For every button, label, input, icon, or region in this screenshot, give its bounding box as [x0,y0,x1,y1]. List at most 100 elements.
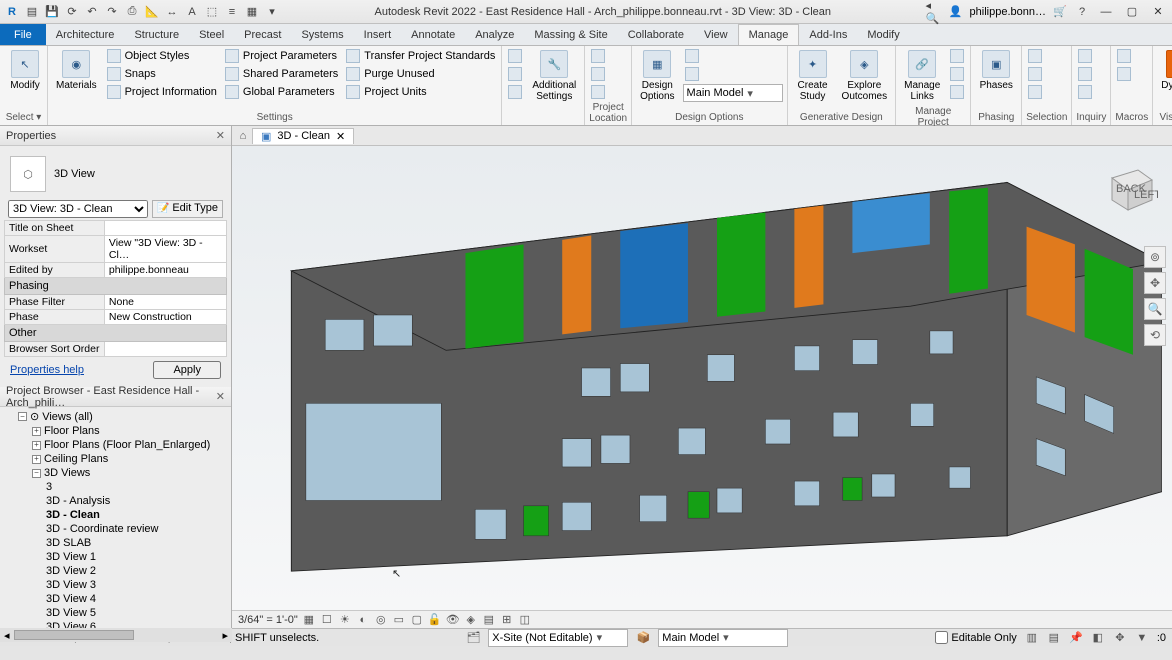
unlock-icon[interactable]: 🔓 [428,613,442,627]
cart-icon[interactable]: 🛒 [1052,4,1068,20]
tree-3d-views[interactable]: −3D Views [32,466,227,480]
model-icon[interactable]: 📦 [636,631,650,645]
macro-security-button[interactable] [1115,66,1133,82]
close-button[interactable]: ✕ [1148,4,1168,20]
shadows-icon[interactable]: ◐ [356,613,370,627]
drag-elements-icon[interactable]: ✥ [1113,631,1127,645]
mep-settings-button[interactable] [506,48,524,64]
close-icon[interactable]: ✕ [216,390,225,403]
left-hscroll[interactable]: ◂▸ [0,628,232,642]
coordinates-button[interactable] [589,66,607,82]
tab-file[interactable]: File [0,24,46,45]
main-model-combo[interactable]: Main Model▾ [658,629,788,647]
zoom-icon[interactable]: 🔍 [1144,298,1166,320]
design-options-button[interactable]: ▦Design Options [636,48,678,104]
orbit-icon[interactable]: ⟲ [1144,324,1166,346]
crop-icon[interactable]: ▭ [392,613,406,627]
tab-structure[interactable]: Structure [124,24,189,45]
tab-massing[interactable]: Massing & Site [524,24,617,45]
switch-windows-icon[interactable]: ▾ [264,4,280,20]
expand-icon[interactable]: + [32,455,41,464]
additional-settings-button[interactable]: 🔧Additional Settings [528,48,580,104]
add-to-set-button[interactable] [683,48,783,64]
help-icon[interactable]: ? [1074,4,1090,20]
search-icon[interactable]: ◂ 🔍 [926,4,942,20]
tree-item[interactable]: 3D SLAB [46,536,227,550]
scale-display[interactable]: 3/64" = 1'-0" [238,614,298,626]
tab-architecture[interactable]: Architecture [46,24,125,45]
view-tab-3d-clean[interactable]: ▣ 3D - Clean ✕ [252,128,354,144]
tab-steel[interactable]: Steel [189,24,234,45]
workset-icon[interactable]: 🗂 [466,631,480,645]
close-icon[interactable]: ✕ [216,129,225,142]
active-workset-combo[interactable]: X-Site (Not Editable)▾ [488,629,628,647]
tree-floor-plans[interactable]: +Floor Plans [32,424,227,438]
select-face-icon[interactable]: ◧ [1091,631,1105,645]
project-info-button[interactable]: Project Information [105,84,219,100]
worksharing-display-icon[interactable]: ▤ [482,613,496,627]
expand-icon[interactable]: + [32,441,41,450]
crop-visible-icon[interactable]: ▢ [410,613,424,627]
home-icon[interactable]: ⌂ [236,129,250,143]
reveal-icon[interactable]: ◈ [464,613,478,627]
section-icon[interactable]: ⬚ [204,4,220,20]
manage-images-button[interactable] [948,48,966,64]
tree-item[interactable]: 3D - Coordinate review [46,522,227,536]
snaps-button[interactable]: Snaps [105,66,219,82]
project-units-button[interactable]: Project Units [344,84,497,100]
location-button[interactable] [589,48,607,64]
tab-addins[interactable]: Add-Ins [799,24,857,45]
tab-analyze[interactable]: Analyze [465,24,524,45]
properties-header[interactable]: Properties ✕ [0,126,231,146]
close-hidden-icon[interactable]: ▦ [244,4,260,20]
manage-links-button[interactable]: 🔗Manage Links [900,48,944,104]
viewcube[interactable]: BACK LEFT [1100,160,1158,218]
pan-icon[interactable]: ✥ [1144,272,1166,294]
visual-style-icon[interactable]: ☐ [320,613,334,627]
tree-root[interactable]: −⊙ Views (all) [18,409,227,424]
tab-modify[interactable]: Modify [857,24,909,45]
warnings-button[interactable] [1076,84,1094,100]
edit-selection-button[interactable] [1026,84,1044,100]
tab-annotate[interactable]: Annotate [401,24,465,45]
tree-item-active[interactable]: 3D - Clean [46,508,227,522]
tree-item[interactable]: 3 [46,480,227,494]
select-pinned-icon[interactable]: 📌 [1069,631,1083,645]
collapse-icon[interactable]: − [18,412,27,421]
tree-item[interactable]: 3D View 5 [46,606,227,620]
starting-view-button[interactable] [948,84,966,100]
tab-insert[interactable]: Insert [354,24,402,45]
filter-icon[interactable]: ▼ [1135,631,1149,645]
detail-level-icon[interactable]: ▦ [302,613,316,627]
highlight-icon[interactable]: ◫ [518,613,532,627]
shared-params-button[interactable]: Shared Parameters [223,66,340,82]
pick-main-button[interactable] [683,66,783,82]
tab-manage[interactable]: Manage [738,24,800,45]
tree-item[interactable]: 3D View 1 [46,550,227,564]
view-name-select[interactable]: 3D View: 3D - Clean [8,200,148,218]
position-button[interactable] [589,84,607,100]
measure-icon[interactable]: 📐 [144,4,160,20]
modify-button[interactable]: ↖Modify [4,48,46,93]
create-study-button[interactable]: ✦Create Study [792,48,834,104]
decal-types-button[interactable] [948,66,966,82]
thin-lines-icon[interactable]: ≡ [224,4,240,20]
macro-manager-button[interactable] [1115,48,1133,64]
print-icon[interactable]: ⎙ [124,4,140,20]
rendering-icon[interactable]: ◎ [374,613,388,627]
dynamo-button[interactable]: DDynamo [1157,48,1172,93]
select-underlay-icon[interactable]: ▤ [1047,631,1061,645]
transfer-std-button[interactable]: Transfer Project Standards [344,48,497,64]
temp-hide-icon[interactable]: 👁 [446,613,460,627]
tree-item[interactable]: 3D View 6 [46,620,227,628]
user-icon[interactable]: 👤 [948,4,964,20]
tree-item[interactable]: 3D View 2 [46,564,227,578]
tree-ceiling-plans[interactable]: +Ceiling Plans [32,452,227,466]
design-option-combo[interactable]: Main Model▾ [683,84,783,102]
tree-item[interactable]: 3D - Analysis [46,494,227,508]
materials-button[interactable]: ◉Materials [52,48,101,93]
load-selection-button[interactable] [1026,66,1044,82]
object-styles-button[interactable]: Object Styles [105,48,219,64]
project-params-button[interactable]: Project Parameters [223,48,340,64]
save-selection-button[interactable] [1026,48,1044,64]
